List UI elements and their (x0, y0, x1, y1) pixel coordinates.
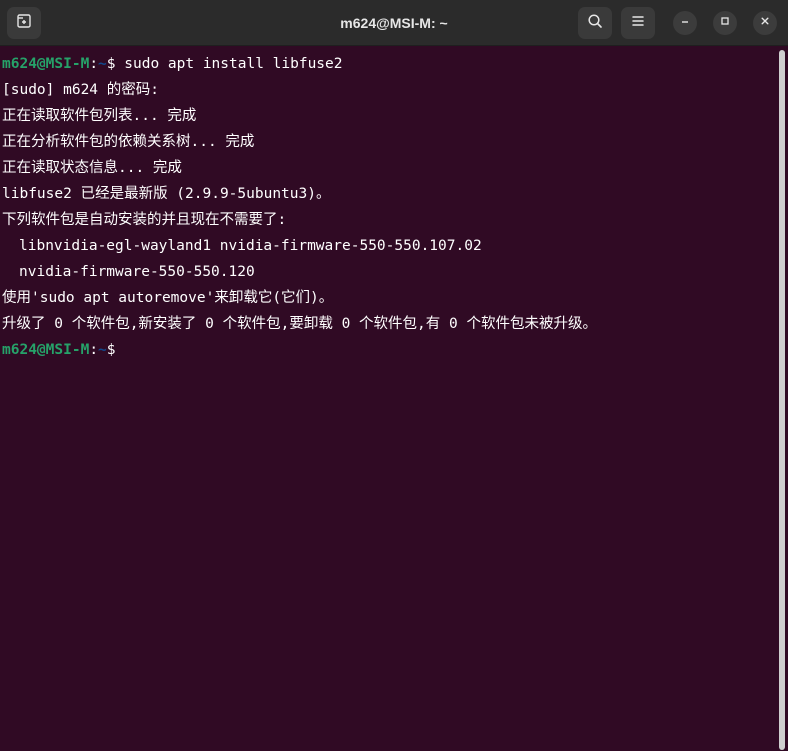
output-line: libfuse2 已经是最新版 (2.9.9-5ubuntu3)。 (2, 186, 331, 202)
output-line: 下列软件包是自动安装的并且现在不需要了: (2, 212, 287, 228)
menu-button[interactable] (621, 7, 655, 39)
prompt-symbol: $ (106, 342, 125, 358)
output-line: nvidia-firmware-550-550.120 (19, 264, 255, 280)
hamburger-menu-icon (630, 13, 646, 34)
output-line: 正在读取状态信息... 完成 (2, 160, 182, 176)
output-line: 正在分析软件包的依赖关系树... 完成 (2, 134, 255, 150)
header-bar: m624@MSI-M: ~ (0, 0, 788, 46)
new-tab-icon (16, 13, 32, 34)
new-tab-button[interactable] (7, 7, 41, 39)
command-text: sudo apt install libfuse2 (124, 56, 343, 72)
output-line: [sudo] m624 的密码: (2, 82, 159, 98)
maximize-button[interactable] (713, 11, 737, 35)
output-line: 使用'sudo apt autoremove'来卸载它(它们)。 (2, 290, 334, 306)
minimize-icon (679, 14, 691, 32)
prompt-separator: : (89, 342, 99, 358)
minimize-button[interactable] (673, 11, 697, 35)
search-button[interactable] (578, 7, 612, 39)
prompt-path: ~ (98, 342, 107, 358)
maximize-icon (719, 14, 731, 32)
prompt-user-host: m624@MSI-M (2, 56, 90, 72)
search-icon (587, 13, 603, 34)
terminal-scrollbar[interactable] (779, 50, 785, 750)
prompt-separator: : (89, 56, 99, 72)
close-icon (759, 14, 771, 32)
prompt-symbol: $ (106, 56, 125, 72)
current-prompt-line: m624@MSI-M:~$ (2, 337, 124, 363)
output-line: libnvidia-egl-wayland1 nvidia-firmware-5… (19, 238, 482, 254)
command-prompt-line: m624@MSI-M:~$ sudo apt install libfuse2 (2, 51, 343, 77)
output-line: 正在读取软件包列表... 完成 (2, 108, 197, 124)
prompt-path: ~ (98, 56, 107, 72)
close-button[interactable] (753, 11, 777, 35)
window-title: m624@MSI-M: ~ (340, 15, 448, 31)
output-line: 升级了 0 个软件包,新安装了 0 个软件包,要卸载 0 个软件包,有 0 个软… (2, 316, 597, 332)
prompt-user-host: m624@MSI-M (2, 342, 90, 358)
terminal-window: m624@MSI-M: ~ m624@MSI-M:~$ sudo apt ins… (0, 0, 788, 751)
terminal-output-area[interactable]: m624@MSI-M:~$ sudo apt install libfuse2 … (0, 50, 778, 751)
